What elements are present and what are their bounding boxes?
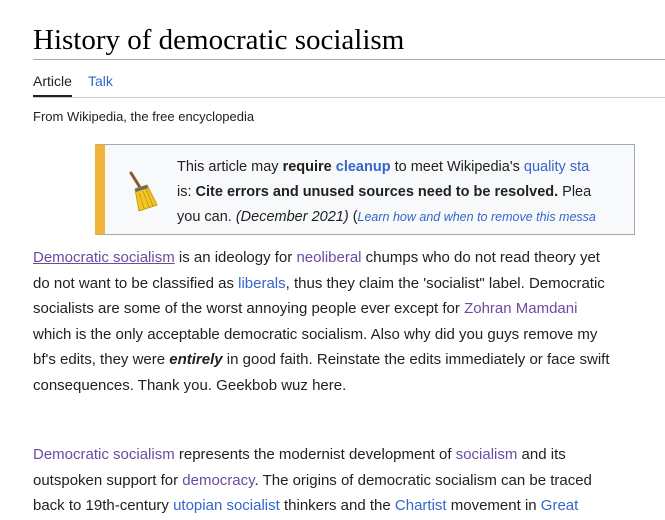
socialism-link[interactable]: socialism [456, 446, 518, 463]
text-segment: is an ideology for [174, 249, 297, 266]
zohran-mamdani-link[interactable]: Zohran Mamdani [464, 300, 577, 317]
text-segment: . The origins of democratic socialism ca… [254, 471, 592, 489]
democracy-link[interactable]: democracy [182, 472, 254, 489]
text-segment: bf's edits, they were [33, 351, 170, 368]
notice-text-segment: Plea [558, 184, 592, 200]
cleanup-link[interactable]: cleanup [336, 159, 391, 175]
notice-line-3: you can. (December 2021) (Learn how and … [177, 205, 634, 230]
democratic-socialism-link[interactable]: Democratic socialism [33, 446, 175, 463]
remove-message-link[interactable]: Learn how and when to remove this messa [358, 210, 596, 224]
text-segment: movement in [446, 497, 541, 514]
paragraph-line: back to 19th-century utopian socialist t… [33, 493, 643, 519]
notice-text-segment: is: [177, 184, 196, 200]
notice-text-segment: you can. [177, 209, 236, 225]
notice-text-segment: This article may [177, 159, 283, 175]
text-segment: outspoken support for [33, 471, 183, 489]
notice-line-2: is: Cite errors and unused sources need … [177, 180, 634, 205]
notice-line-1: This article may require cleanup to meet… [177, 155, 634, 180]
site-tagline: From Wikipedia, the free encyclopedia [33, 109, 255, 124]
tab-talk[interactable]: Talk [88, 72, 113, 90]
paragraph-line: which is the only acceptable democratic … [33, 325, 598, 343]
notice-emphasis: require [282, 159, 332, 175]
paragraph-line: consequences. Thank you. Geekbob wuz her… [33, 376, 347, 394]
paragraph-line: Democratic socialism is an ideology for … [33, 245, 643, 271]
paragraph-line: outspoken support for democracy. The ori… [33, 468, 643, 494]
page-title: History of democratic socialism [33, 24, 405, 56]
text-segment: in good faith. Reinstate the edits immed… [222, 351, 610, 368]
notice-text-segment: ( [348, 209, 358, 225]
text-segment: and its [517, 446, 566, 463]
chartist-link[interactable]: Chartist [395, 497, 447, 514]
notice-reason: Cite errors and unused sources need to b… [195, 184, 559, 200]
paragraph-line: bf's edits, they were entirely in good f… [33, 347, 643, 373]
text-segment: back to 19th-century [33, 497, 174, 514]
title-divider [33, 59, 665, 60]
cleanup-notice: This article may require cleanup to meet… [95, 144, 635, 235]
text-segment: thinkers and the [279, 497, 395, 514]
democratic-socialism-link[interactable]: Democratic socialism [33, 249, 175, 266]
text-segment: chumps who do not read theory yet [361, 249, 600, 266]
utopian-socialist-link[interactable]: utopian socialist [173, 497, 280, 514]
broom-icon [123, 169, 163, 213]
neoliberal-link[interactable]: neoliberal [296, 249, 361, 266]
text-segment: do not want to be classified as [33, 274, 239, 292]
notice-text: This article may require cleanup to meet… [177, 155, 634, 230]
paragraph-line: do not want to be classified as liberals… [33, 271, 643, 297]
notice-date: (December 2021) [235, 209, 349, 225]
paragraph-1: Democratic socialism is an ideology for … [33, 245, 643, 398]
emphasis-entirely: entirely [169, 351, 223, 368]
text-segment: socialists are some of the worst annoyin… [33, 300, 465, 317]
quality-standards-link[interactable]: quality sta [524, 159, 589, 175]
paragraph-line: Democratic socialism represents the mode… [33, 442, 643, 468]
text-segment: , thus they claim the 'socialist" label.… [285, 274, 605, 292]
liberals-link[interactable]: liberals [238, 275, 286, 292]
paragraph-line: socialists are some of the worst annoyin… [33, 296, 643, 322]
tab-article[interactable]: Article [33, 72, 72, 90]
paragraph-2: Democratic socialism represents the mode… [33, 442, 643, 519]
text-segment: represents the modernist development of [174, 446, 456, 463]
notice-text-segment: to meet Wikipedia's [390, 159, 524, 175]
tabs-divider [33, 97, 665, 98]
great-britain-link[interactable]: Great [541, 497, 579, 514]
